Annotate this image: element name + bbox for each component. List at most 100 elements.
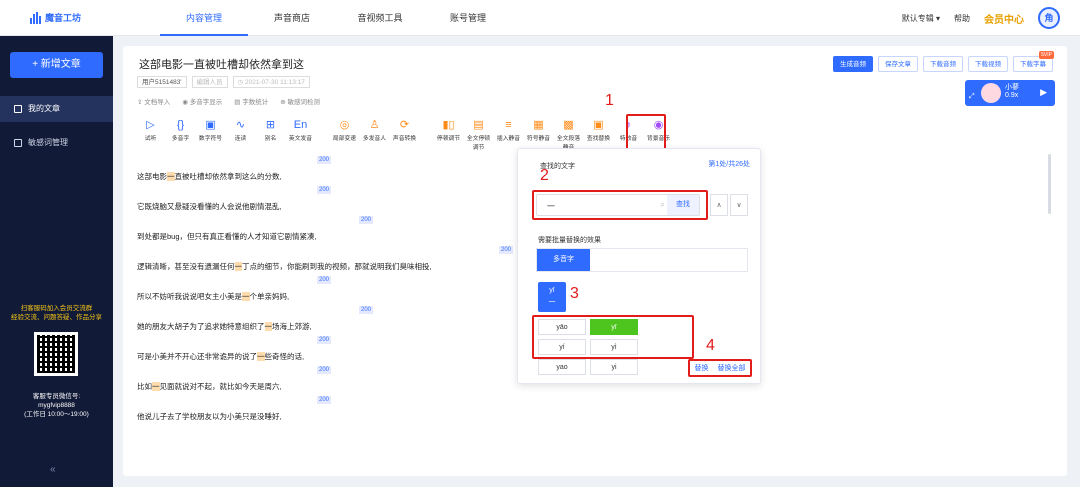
tool-8[interactable]: ⟳ 声音转换: [391, 118, 418, 151]
match-highlight[interactable]: 一: [242, 292, 250, 301]
tool-0-icon: ▷: [146, 119, 155, 131]
user-chip: 用户5151483': [137, 76, 187, 88]
sidebar: + 新增文章 我的文章 敏感词管理 扫客服码加入会员交流群 经验交流、问题答疑、作…: [0, 36, 113, 487]
tool-9-icon: ▮▯: [442, 119, 455, 131]
tool-14[interactable]: ▣ 查找替换: [585, 118, 612, 151]
tool-7[interactable]: ♙ 多发音人: [361, 118, 388, 151]
pause-tag[interactable]: 200: [317, 186, 332, 194]
tool-5-label: 英文发音: [288, 136, 313, 142]
text-line[interactable]: 它既烧脑又悬疑没看懂的人会说他剧情混乱, 200: [137, 184, 517, 214]
editor-field[interactable]: 编辑人员: [191, 76, 228, 88]
polyphone-display-link[interactable]: ◉ 多音字显示: [182, 96, 222, 106]
download-audio-button[interactable]: 下载音频: [923, 56, 963, 72]
tool-11-icon: ≡: [505, 119, 512, 131]
text-line[interactable]: 他说儿子去了学校朋友以为小美只是没睡好, 200: [137, 394, 517, 424]
tab-content[interactable]: 内容管理: [160, 0, 248, 36]
text-line[interactable]: 所以不妨听我说说吧女主小美是一个单亲妈妈, 200: [137, 274, 517, 304]
tool-2[interactable]: ▣ 数字符号: [197, 118, 224, 151]
scrollbar[interactable]: [1048, 154, 1051, 214]
prev-match-button[interactable]: ∧: [710, 194, 728, 216]
pause-tag[interactable]: 200: [317, 276, 332, 284]
save-article-button[interactable]: 保存文章: [878, 56, 918, 72]
text-line[interactable]: 逻辑清晰，甚至没有遗漏任何一丁点的细节，你能刷到我的视频，那就说明我们臭味相投,…: [137, 244, 517, 274]
pause-tag[interactable]: 200: [499, 246, 514, 254]
match-highlight[interactable]: 一: [257, 352, 265, 361]
main-nav: 内容管理 声音商店 音视频工具 账号管理: [160, 0, 512, 36]
current-pronunciation[interactable]: yī 一: [538, 282, 566, 312]
tool-5[interactable]: En 英文发音: [287, 118, 314, 151]
collapse-icon[interactable]: «: [50, 464, 56, 475]
option-yi1[interactable]: yī: [590, 319, 638, 335]
text-line[interactable]: 这部电影一直被吐槽却依然拿到这么的分数, 200: [137, 154, 517, 184]
pause-tag[interactable]: 200: [317, 336, 332, 344]
step-3: 3: [570, 285, 579, 302]
help-link[interactable]: 帮助: [954, 13, 970, 24]
next-match-button[interactable]: ∨: [730, 194, 748, 216]
album-select[interactable]: 默认专辑 ▾: [902, 13, 940, 24]
tool-11[interactable]: ≡ 插入静音: [495, 118, 522, 151]
replace-button[interactable]: 替换: [695, 363, 709, 373]
match-highlight[interactable]: 一: [264, 322, 272, 331]
svip-badge: SVIP: [1038, 51, 1054, 59]
pause-tag[interactable]: 200: [359, 216, 374, 224]
option-yi4[interactable]: yì: [590, 339, 638, 355]
tab-av-tools[interactable]: 音视频工具: [336, 0, 424, 36]
play-icon[interactable]: ▶: [1040, 87, 1047, 98]
match-highlight[interactable]: 一: [234, 262, 242, 271]
tab-account[interactable]: 账号管理: [424, 0, 512, 36]
doc-icon: [14, 105, 22, 113]
match-highlight[interactable]: 一: [167, 172, 175, 181]
download-subtitle-button[interactable]: 下载字幕 SVIP: [1013, 51, 1054, 72]
action-buttons: 生成音频 保存文章 下载音频 下载视频 下载字幕 SVIP: [833, 51, 1054, 72]
vip-center[interactable]: 会员中心: [984, 11, 1024, 26]
tool-8-icon: ⟳: [399, 119, 410, 131]
logo-icon: [30, 11, 41, 24]
tool-11-label: 插入静音: [496, 136, 521, 142]
find-replace-highlight: [626, 114, 666, 150]
avatar[interactable]: 角: [1038, 7, 1060, 29]
option-yao[interactable]: yao: [538, 359, 586, 375]
app-logo[interactable]: 魔音工坊: [30, 11, 81, 24]
tool-1[interactable]: {} 多音字: [167, 118, 194, 151]
word-count-link[interactable]: ▤ 字数统计: [234, 96, 268, 106]
text-line[interactable]: 到处都是bug，但只有真正看懂的人才知道它剧情紧凑, 200: [137, 214, 517, 244]
tool-13[interactable]: ▩全文段落静音: [555, 118, 582, 151]
text-line[interactable]: 可是小美并不开心还非常诡异的说了一些奇怪的话, 200: [137, 334, 517, 364]
search-button[interactable]: 查找: [667, 195, 699, 215]
expand-icon[interactable]: ⤢: [969, 93, 975, 101]
text-line[interactable]: 比如一见面就说对不起，就比如今天是周六, 200: [137, 364, 517, 394]
import-link[interactable]: ⇪ 文档导入: [137, 96, 170, 106]
generate-audio-button[interactable]: 生成音频: [833, 56, 873, 72]
search-input[interactable]: 一 ⌕ 查找: [536, 194, 700, 216]
replace-all-button[interactable]: 替换全部: [718, 363, 746, 373]
text-line[interactable]: 她的朋友大胡子为了追求她特意组织了一场海上郊游, 200: [137, 304, 517, 334]
tool-6[interactable]: ◎ 局部变速: [331, 118, 358, 151]
tool-12[interactable]: ▦ 符号静音: [525, 118, 552, 151]
article-body[interactable]: 这部电影一直被吐槽却依然拿到这么的分数, 200 它既烧脑又悬疑没看懂的人会说他剧情…: [137, 154, 517, 424]
pause-tag[interactable]: 200: [317, 156, 332, 164]
page-title[interactable]: 这部电影一直被吐槽却依然拿到这: [139, 56, 304, 72]
download-video-button[interactable]: 下载视频: [968, 56, 1008, 72]
effect-polyphone-button[interactable]: 多音字: [537, 249, 590, 271]
new-article-button[interactable]: + 新增文章: [10, 52, 103, 78]
tool-10[interactable]: ▤ 全文停顿调节: [465, 118, 492, 151]
match-highlight[interactable]: 一: [152, 382, 160, 391]
option-yi2[interactable]: yí: [538, 339, 586, 355]
top-right: 默认专辑 ▾ 帮助 会员中心 角: [902, 0, 1060, 36]
search-icon: ⌕: [660, 200, 665, 209]
option-yao1[interactable]: yāo: [538, 319, 586, 335]
pause-tag[interactable]: 200: [359, 306, 374, 314]
effect-select: 多音字: [536, 248, 748, 272]
pause-tag[interactable]: 200: [317, 396, 332, 404]
tab-voice-store[interactable]: 声音商店: [248, 0, 336, 36]
tool-4[interactable]: ⊞ 别名: [257, 118, 284, 151]
sensitive-check-link[interactable]: ⊕ 敏感词检测: [280, 96, 320, 106]
pause-tag[interactable]: 200: [317, 366, 332, 374]
tool-9[interactable]: ▮▯ 停顿调节: [435, 118, 462, 151]
tool-3[interactable]: ∿ 连读: [227, 118, 254, 151]
voice-selector[interactable]: ⤢ 小蓼 0.9x ▶: [965, 80, 1055, 106]
sidebar-item-my-articles[interactable]: 我的文章: [0, 96, 113, 122]
tool-0[interactable]: ▷ 试听: [137, 118, 164, 151]
sidebar-item-sensitive[interactable]: 敏感词管理: [0, 130, 113, 156]
option-yi[interactable]: yi: [590, 359, 638, 375]
